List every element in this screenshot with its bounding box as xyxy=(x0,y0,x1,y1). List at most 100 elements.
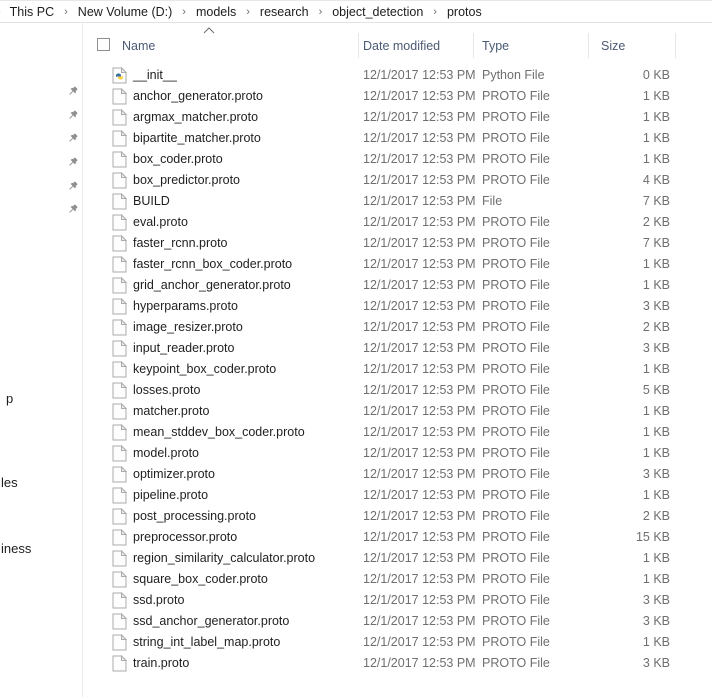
file-size: 1 KB xyxy=(642,488,670,502)
file-icon xyxy=(112,465,128,483)
column-header-date-modified[interactable]: Date modified xyxy=(363,36,440,56)
table-row[interactable]: faster_rcnn.proto 12/1/2017 12:53 PM PROTO… xyxy=(0,233,712,254)
file-size: 2 KB xyxy=(642,320,670,334)
table-row[interactable]: train.proto 12/1/2017 12:53 PM PROTO File 3… xyxy=(0,653,712,674)
file-size: 1 KB xyxy=(642,446,670,460)
table-row[interactable]: __init__ 12/1/2017 12:53 PM Python File 0 K… xyxy=(0,65,712,86)
column-divider[interactable] xyxy=(358,33,359,58)
file-name: ssd.proto xyxy=(133,593,185,607)
file-icon xyxy=(112,570,128,588)
file-size: 3 KB xyxy=(642,341,670,355)
column-divider[interactable] xyxy=(588,33,589,58)
file-type: Python File xyxy=(482,68,545,82)
table-row[interactable]: anchor_generator.proto 12/1/2017 12:53 PM… xyxy=(0,86,712,107)
file-date-modified: 12/1/2017 12:53 PM xyxy=(363,257,476,271)
file-date-modified: 12/1/2017 12:53 PM xyxy=(363,173,476,187)
table-row[interactable]: image_resizer.proto 12/1/2017 12:53 PM PRO… xyxy=(0,317,712,338)
table-row[interactable]: preprocessor.proto 12/1/2017 12:53 PM PROT… xyxy=(0,527,712,548)
breadcrumb-item-models[interactable]: models xyxy=(191,5,241,19)
file-icon xyxy=(112,129,128,147)
file-name: __init__ xyxy=(133,68,177,82)
file-type: PROTO File xyxy=(482,152,550,166)
breadcrumb-item-object-detection[interactable]: object_detection xyxy=(327,5,428,19)
file-icon xyxy=(112,549,128,567)
file-icon xyxy=(112,276,128,294)
column-header-size[interactable]: Size xyxy=(601,36,625,56)
file-size: 1 KB xyxy=(642,551,670,565)
column-divider[interactable] xyxy=(473,33,474,58)
file-date-modified: 12/1/2017 12:53 PM xyxy=(363,404,476,418)
file-icon xyxy=(112,87,128,105)
breadcrumb-chevron[interactable]: › xyxy=(428,6,442,18)
file-date-modified: 12/1/2017 12:53 PM xyxy=(363,299,476,313)
table-row[interactable]: post_processing.proto 12/1/2017 12:53 PM P… xyxy=(0,506,712,527)
file-date-modified: 12/1/2017 12:53 PM xyxy=(363,236,476,250)
file-type: PROTO File xyxy=(482,572,550,586)
table-row[interactable]: faster_rcnn_box_coder.proto 12/1/2017 12:… xyxy=(0,254,712,275)
table-row[interactable]: pipeline.proto 12/1/2017 12:53 PM PROTO Fi… xyxy=(0,485,712,506)
table-row[interactable]: input_reader.proto 12/1/2017 12:53 PM PROT… xyxy=(0,338,712,359)
breadcrumb-item-new-volume-d[interactable]: New Volume (D:) xyxy=(73,5,177,19)
breadcrumb-chevron[interactable]: › xyxy=(314,6,328,18)
file-icon xyxy=(112,591,128,609)
file-icon xyxy=(112,612,128,630)
table-row[interactable]: box_coder.proto 12/1/2017 12:53 PM PROTO F… xyxy=(0,149,712,170)
file-list-pane: Name Date modified Type Size __init__ 12/… xyxy=(0,23,712,697)
table-row[interactable]: BUILD 12/1/2017 12:53 PM File 7 KB xyxy=(0,191,712,212)
file-icon xyxy=(112,654,128,672)
breadcrumb-item-this-pc[interactable]: This PC xyxy=(5,5,59,19)
file-name: argmax_matcher.proto xyxy=(133,110,259,124)
table-row[interactable]: ssd.proto 12/1/2017 12:53 PM PROTO File 3 K… xyxy=(0,590,712,611)
table-row[interactable]: box_predictor.proto 12/1/2017 12:53 PM PRO… xyxy=(0,170,712,191)
file-date-modified: 12/1/2017 12:53 PM xyxy=(363,89,476,103)
breadcrumb-item-protos[interactable]: protos xyxy=(442,5,487,19)
file-name: pipeline.proto xyxy=(133,488,209,502)
file-icon xyxy=(112,255,128,273)
file-type: PROTO File xyxy=(482,131,550,145)
table-row[interactable]: ssd_anchor_generator.proto 12/1/2017 12:5… xyxy=(0,611,712,632)
table-row[interactable]: losses.proto 12/1/2017 12:53 PM PROTO File… xyxy=(0,380,712,401)
table-row[interactable]: square_box_coder.proto 12/1/2017 12:53 PM… xyxy=(0,569,712,590)
table-row[interactable]: eval.proto 12/1/2017 12:53 PM PROTO File 2 … xyxy=(0,212,712,233)
file-size: 4 KB xyxy=(642,173,670,187)
table-row[interactable]: argmax_matcher.proto 12/1/2017 12:53 PM PR… xyxy=(0,107,712,128)
select-all-checkbox[interactable] xyxy=(97,38,110,51)
table-row[interactable]: grid_anchor_generator.proto 12/1/2017 12:… xyxy=(0,275,712,296)
file-size: 3 KB xyxy=(642,656,670,670)
breadcrumb-item-research[interactable]: research xyxy=(255,5,314,19)
file-date-modified: 12/1/2017 12:53 PM xyxy=(363,635,476,649)
table-row[interactable]: region_similarity_calculator.proto 12/1/2… xyxy=(0,548,712,569)
table-row[interactable]: mean_stddev_box_coder.proto 12/1/2017 12:… xyxy=(0,422,712,443)
table-row[interactable]: keypoint_box_coder.proto 12/1/2017 12:53 … xyxy=(0,359,712,380)
file-name: faster_rcnn.proto xyxy=(133,236,228,250)
table-row[interactable]: hyperparams.proto 12/1/2017 12:53 PM PROTO… xyxy=(0,296,712,317)
explorer-window: › This PC›New Volume (D:)›models›researc… xyxy=(0,0,712,697)
table-row[interactable]: optimizer.proto 12/1/2017 12:53 PM PROTO F… xyxy=(0,464,712,485)
table-row[interactable]: matcher.proto 12/1/2017 12:53 PM PROTO Fil… xyxy=(0,401,712,422)
file-date-modified: 12/1/2017 12:53 PM xyxy=(363,110,476,124)
table-row[interactable]: bipartite_matcher.proto 12/1/2017 12:53 P… xyxy=(0,128,712,149)
file-name: losses.proto xyxy=(133,383,201,397)
file-name: region_similarity_calculator.proto xyxy=(133,551,316,565)
file-date-modified: 12/1/2017 12:53 PM xyxy=(363,215,476,229)
column-divider[interactable] xyxy=(675,33,676,58)
breadcrumb-chevron[interactable]: › xyxy=(177,6,191,18)
column-header-name[interactable]: Name xyxy=(122,36,155,56)
file-icon xyxy=(112,528,128,546)
file-date-modified: 12/1/2017 12:53 PM xyxy=(363,194,476,208)
column-header-type[interactable]: Type xyxy=(482,36,509,56)
file-icon xyxy=(112,171,128,189)
breadcrumb-chevron[interactable]: › xyxy=(241,6,255,18)
file-icon xyxy=(112,318,128,336)
file-size: 1 KB xyxy=(642,110,670,124)
file-icon xyxy=(112,423,128,441)
file-icon xyxy=(112,402,128,420)
table-row[interactable]: model.proto 12/1/2017 12:53 PM PROTO File 1… xyxy=(0,443,712,464)
file-type: PROTO File xyxy=(482,362,550,376)
file-name: box_predictor.proto xyxy=(133,173,241,187)
table-row[interactable]: string_int_label_map.proto 12/1/2017 12:5… xyxy=(0,632,712,653)
file-type: PROTO File xyxy=(482,89,550,103)
file-name: input_reader.proto xyxy=(133,341,235,355)
breadcrumb-chevron[interactable]: › xyxy=(59,6,73,18)
file-size: 3 KB xyxy=(642,593,670,607)
